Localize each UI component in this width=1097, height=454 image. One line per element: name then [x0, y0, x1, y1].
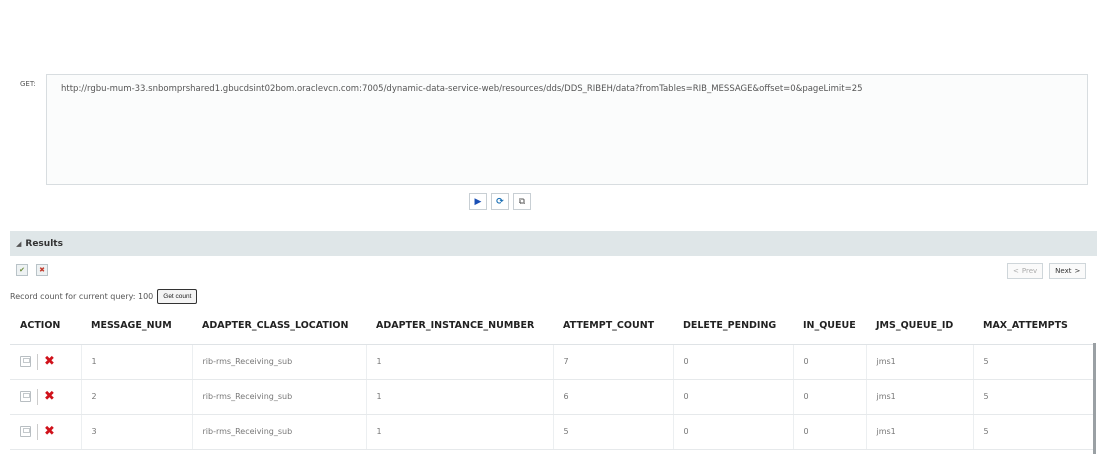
chevron-right-icon: >	[1074, 267, 1081, 275]
table-cell[interactable]: 0	[793, 414, 867, 450]
table-cell[interactable]: 1	[366, 344, 554, 380]
results-table: ACTION MESSAGE_NUM ADAPTER_CLASS_LOCATIO…	[10, 308, 1096, 450]
save-icon[interactable]	[20, 356, 31, 367]
record-count-row: Record count for current query: 100 Get …	[10, 289, 198, 304]
column-header[interactable]: DELETE_PENDING	[673, 308, 793, 345]
table-cell[interactable]: 7	[553, 344, 674, 380]
column-header[interactable]: ATTEMPT_COUNT	[553, 308, 673, 345]
refresh-icon[interactable]: ⟳	[491, 193, 509, 210]
table-cell[interactable]: 0	[793, 344, 867, 380]
copy-icon[interactable]: ⧉	[513, 193, 531, 210]
play-icon[interactable]: ▶	[469, 193, 487, 210]
table-cell[interactable]: 5	[973, 379, 1096, 415]
method-label: GET:	[20, 80, 36, 88]
filter-icon[interactable]: ✖	[36, 264, 48, 276]
table-cell[interactable]: 5	[973, 344, 1096, 380]
exec-toolbar: ▶ ⟳ ⧉	[469, 193, 531, 210]
table-cell[interactable]: 0	[793, 379, 867, 415]
column-header[interactable]: ADAPTER_INSTANCE_NUMBER	[366, 308, 553, 345]
get-count-button[interactable]: Get count	[157, 289, 198, 304]
next-button[interactable]: Next >	[1049, 263, 1087, 279]
action-cell: ✖	[10, 414, 82, 450]
results-title: Results	[25, 238, 63, 249]
action-cell: ✖	[10, 379, 82, 415]
column-header[interactable]: ACTION	[10, 308, 81, 345]
table-cell[interactable]: 1	[81, 344, 193, 380]
table-cell[interactable]: 5	[553, 414, 674, 450]
column-header[interactable]: ADAPTER_CLASS_LOCATION	[192, 308, 366, 345]
table-cell[interactable]: 3	[81, 414, 193, 450]
table-cell[interactable]: 0	[673, 344, 794, 380]
divider	[37, 388, 38, 405]
table-cell[interactable]: jms1	[866, 414, 974, 450]
table-cell[interactable]: 2	[81, 379, 193, 415]
table-header-row: ACTION MESSAGE_NUM ADAPTER_CLASS_LOCATIO…	[10, 308, 1095, 345]
pager: < Prev Next >	[1007, 263, 1087, 279]
prev-label: Prev	[1021, 267, 1038, 275]
chevron-left-icon: <	[1013, 267, 1019, 275]
column-header[interactable]: IN_QUEUE	[793, 308, 866, 345]
table-cell[interactable]: 1	[366, 379, 554, 415]
save-icon[interactable]	[20, 391, 31, 402]
delete-icon[interactable]: ✖	[44, 390, 55, 403]
export-icon[interactable]: ✔	[16, 264, 28, 276]
table-cell[interactable]: 0	[673, 379, 794, 415]
table-cell[interactable]: 5	[973, 414, 1096, 450]
prev-button[interactable]: < Prev	[1007, 263, 1044, 279]
next-label: Next	[1055, 267, 1072, 275]
vertical-scrollbar[interactable]	[1093, 343, 1096, 454]
table-row: ✖ 1 rib-rms_Receiving_sub 1 7 0 0 jms1 5	[10, 344, 1096, 380]
table-cell[interactable]: rib-rms_Receiving_sub	[192, 344, 367, 380]
results-toolbar: ✔ ✖	[16, 264, 48, 276]
table-row: ✖ 3 rib-rms_Receiving_sub 1 5 0 0 jms1 5	[10, 414, 1096, 450]
table-row: ✖ 2 rib-rms_Receiving_sub 1 6 0 0 jms1 5	[10, 379, 1096, 415]
table-cell[interactable]: 6	[553, 379, 674, 415]
table-cell[interactable]: rib-rms_Receiving_sub	[192, 379, 367, 415]
divider	[37, 353, 38, 370]
delete-icon[interactable]: ✖	[44, 425, 55, 438]
collapse-icon[interactable]: ◢	[16, 240, 21, 248]
results-header[interactable]: ◢ Results	[10, 231, 1097, 256]
column-header[interactable]: JMS_QUEUE_ID	[866, 308, 973, 345]
column-header[interactable]: MESSAGE_NUM	[81, 308, 192, 345]
divider	[37, 423, 38, 440]
table-cell[interactable]: 1	[366, 414, 554, 450]
record-count-label: Record count for current query: 100	[10, 292, 154, 301]
save-icon[interactable]	[20, 426, 31, 437]
table-cell[interactable]: rib-rms_Receiving_sub	[192, 414, 367, 450]
table-cell[interactable]: 0	[673, 414, 794, 450]
column-header[interactable]: MAX_ATTEMPTS	[973, 308, 1095, 345]
table-cell[interactable]: jms1	[866, 379, 974, 415]
table-cell[interactable]: jms1	[866, 344, 974, 380]
delete-icon[interactable]: ✖	[44, 355, 55, 368]
action-cell: ✖	[10, 344, 82, 380]
url-textarea[interactable]: http://rgbu-mum-33.snbomprshared1.gbucds…	[46, 74, 1088, 185]
